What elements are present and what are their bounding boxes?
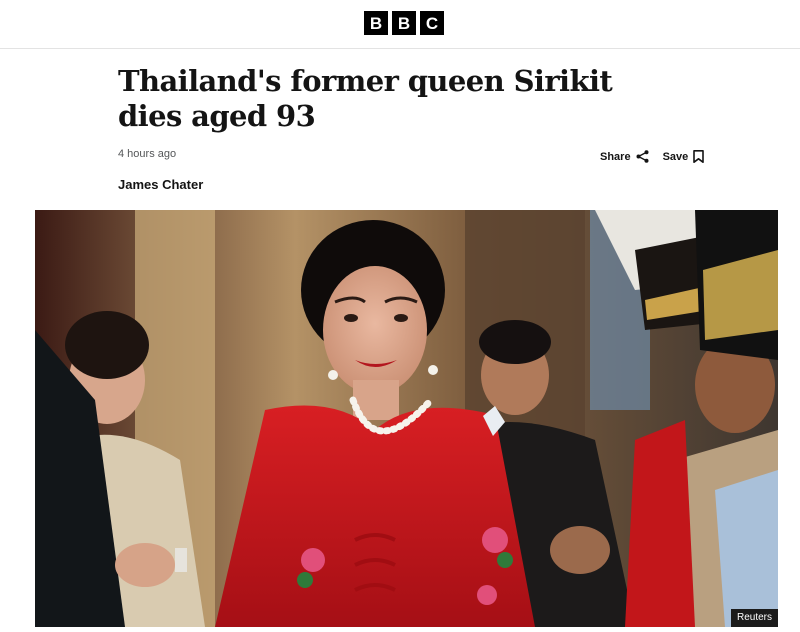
image-credit: Reuters bbox=[730, 609, 778, 627]
site-header: B B C bbox=[0, 0, 800, 49]
save-label: Save bbox=[662, 150, 689, 163]
logo-letter-b1: B bbox=[364, 11, 388, 35]
article-headline: Thailand's former queen Sirikit dies age… bbox=[118, 64, 613, 133]
save-button[interactable]: Save bbox=[663, 150, 705, 163]
article-timestamp: 4 hours ago bbox=[118, 148, 177, 160]
logo-letter-b2: B bbox=[392, 11, 416, 35]
bookmark-icon bbox=[693, 150, 705, 163]
share-button[interactable]: Share bbox=[600, 150, 649, 163]
share-label: Share bbox=[600, 150, 631, 163]
share-icon bbox=[636, 150, 649, 163]
lead-image: Reuters bbox=[35, 210, 778, 627]
article-author[interactable]: James Chater bbox=[118, 177, 203, 192]
bbc-logo[interactable]: B B C bbox=[364, 11, 444, 35]
logo-letter-c: C bbox=[420, 11, 444, 35]
lead-photo-illustration bbox=[35, 210, 778, 627]
article-actions: Share Save bbox=[600, 150, 705, 163]
